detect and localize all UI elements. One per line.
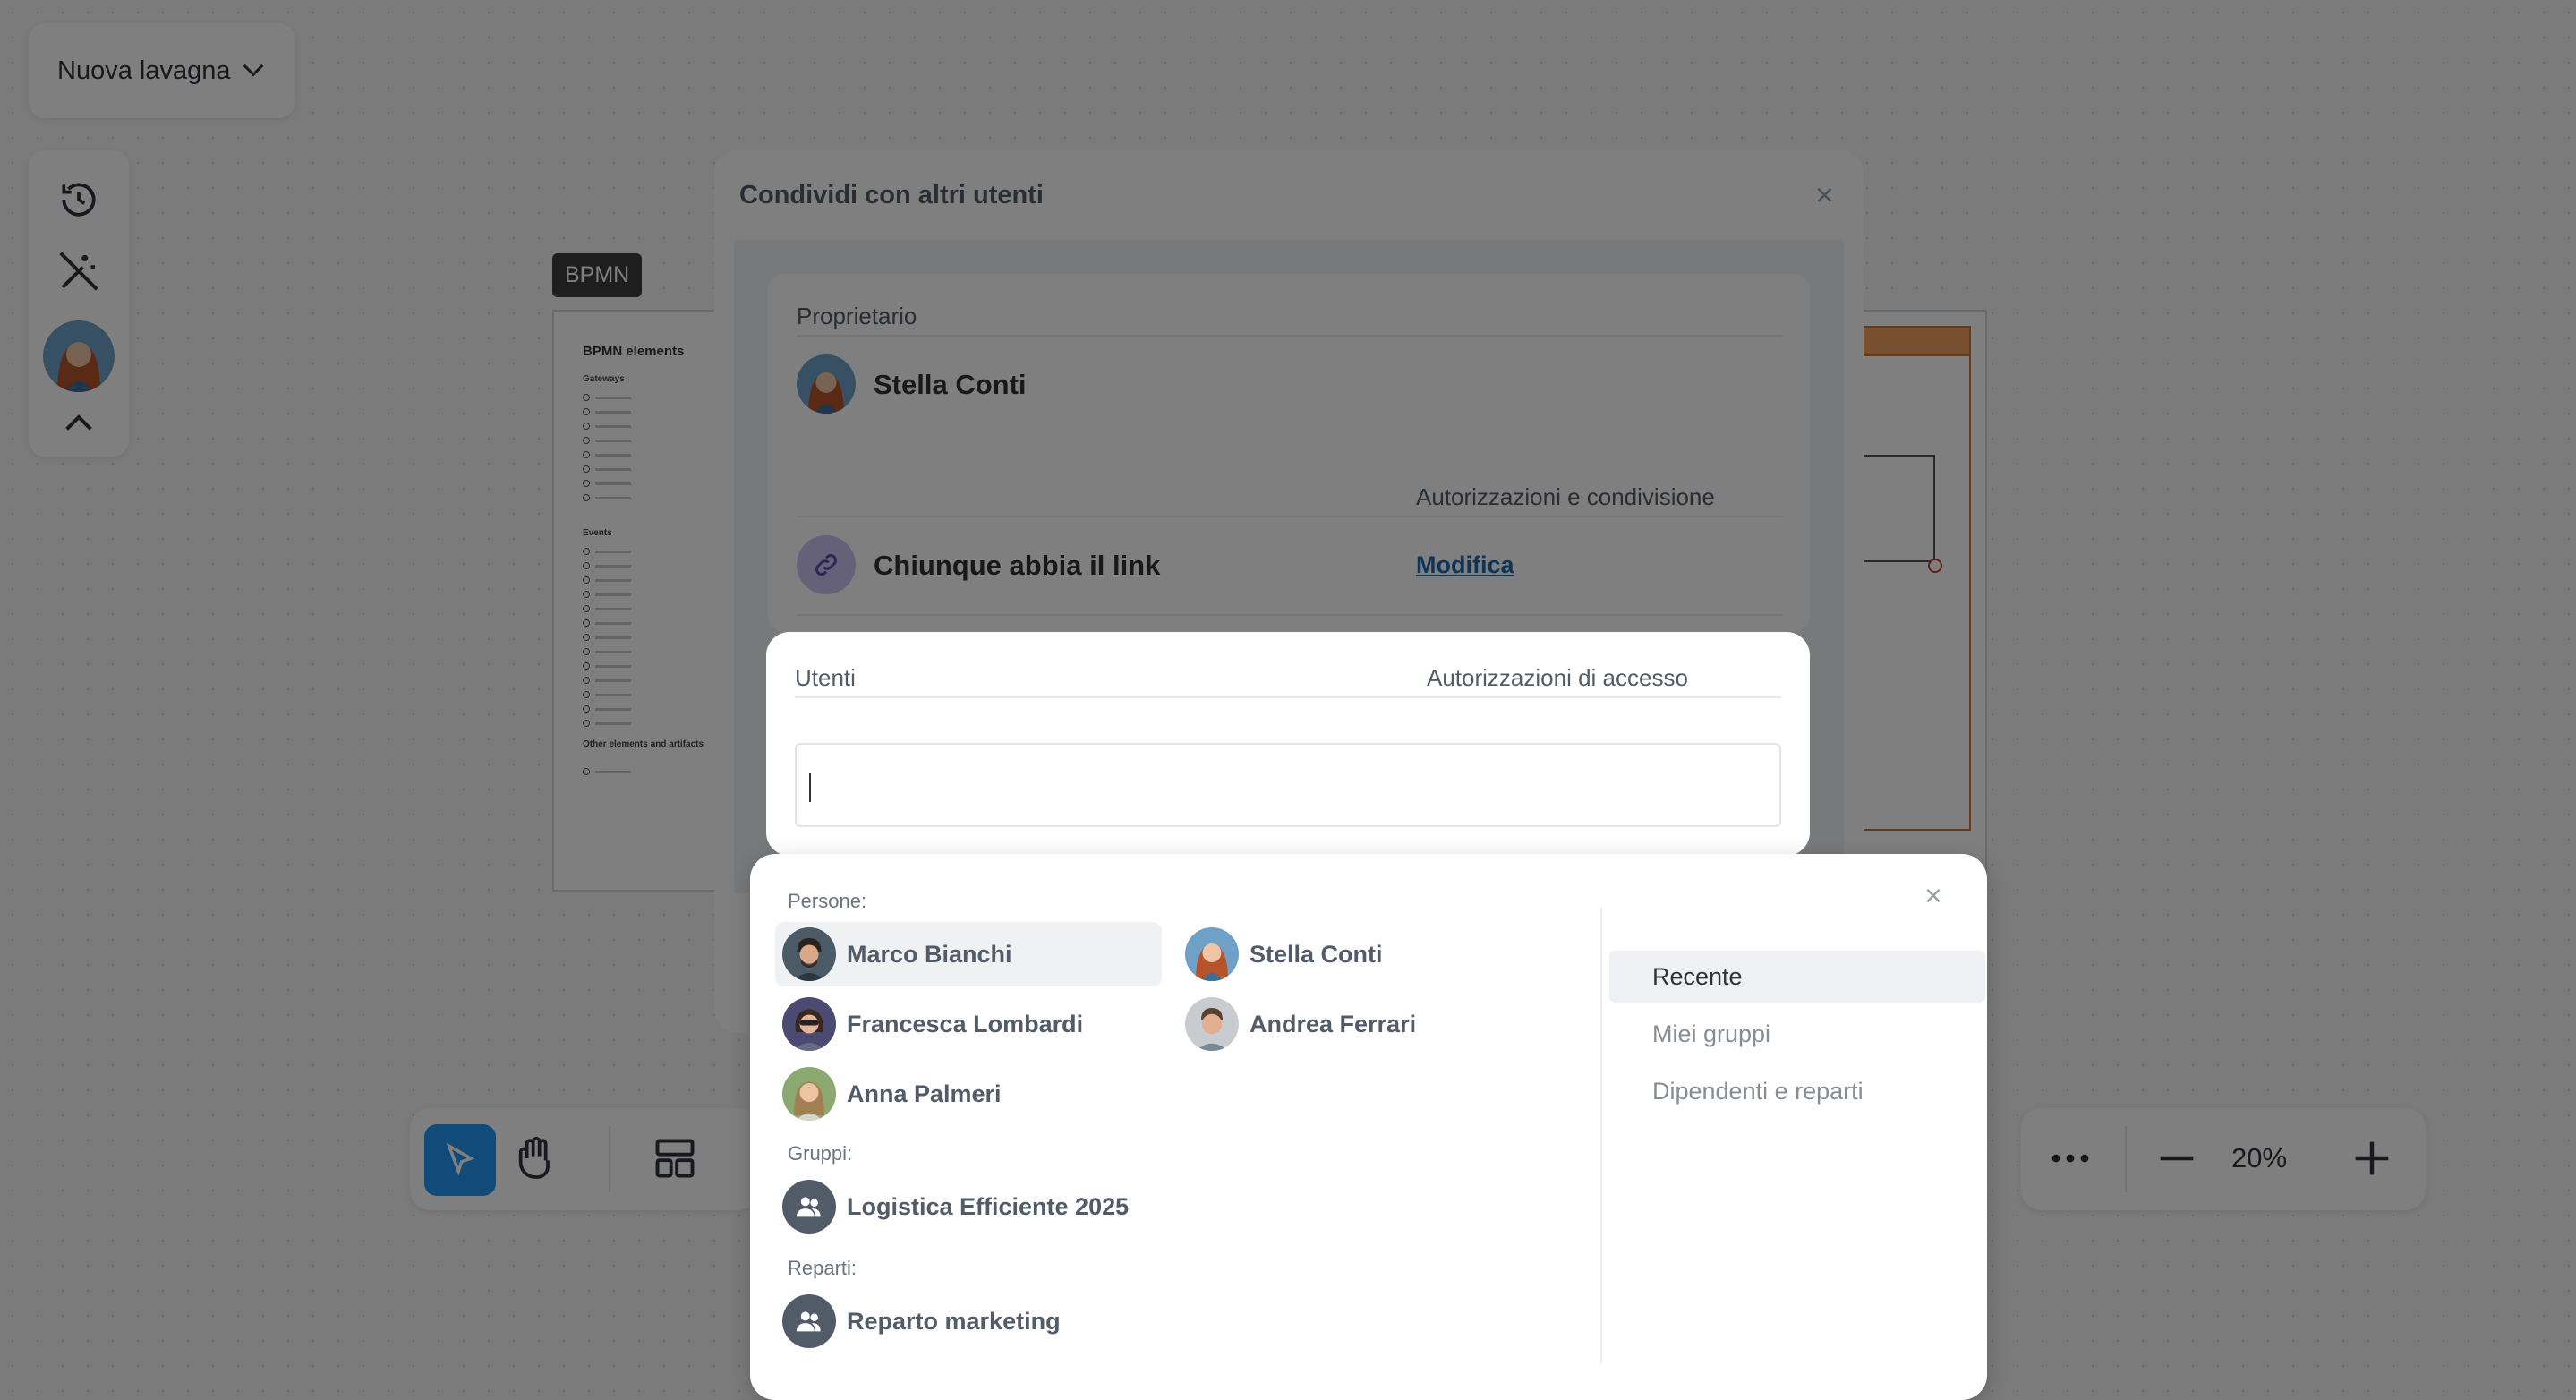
department-icon	[782, 1294, 836, 1348]
person-avatar	[782, 1067, 836, 1121]
users-label: Utenti	[795, 664, 856, 691]
people-label: Persone:	[788, 890, 867, 912]
groups-label: Gruppi:	[788, 1142, 853, 1165]
tab-employees-departments[interactable]: Dipendenti e reparti	[1609, 1065, 1985, 1117]
user-search-input[interactable]	[795, 743, 1781, 827]
person-avatar	[1185, 997, 1239, 1051]
access-permissions-label: Autorizzazioni di accesso	[1427, 664, 1688, 691]
tab-recent[interactable]: Recente	[1609, 951, 1985, 1003]
departments-label: Reparti:	[788, 1257, 857, 1279]
divider	[795, 696, 1781, 698]
department-name: Reparto marketing	[847, 1307, 1061, 1335]
person-avatar	[782, 997, 836, 1051]
close-popup-button[interactable]: ×	[1924, 881, 1942, 911]
person-name: Andrea Ferrari	[1250, 1010, 1417, 1037]
tab-my-groups[interactable]: Miei gruppi	[1609, 1008, 1985, 1060]
person-name: Anna Palmeri	[847, 1080, 1002, 1107]
person-item[interactable]: Marco Bianchi	[775, 922, 1162, 986]
users-section: Utenti Autorizzazioni di accesso	[766, 632, 1810, 856]
popup-divider	[1600, 908, 1602, 1364]
person-item[interactable]: Anna Palmeri	[775, 1062, 1162, 1126]
person-item[interactable]: Andrea Ferrari	[1178, 992, 1565, 1056]
person-item[interactable]: Francesca Lombardi	[775, 992, 1162, 1056]
group-name: Logistica Efficiente 2025	[847, 1192, 1130, 1220]
person-avatar	[782, 927, 836, 981]
text-caret	[809, 773, 811, 802]
person-avatar	[1185, 927, 1239, 981]
person-name: Marco Bianchi	[847, 940, 1012, 968]
user-selector-popup: × Persone: Marco Bianchi Stella Conti Fr…	[750, 854, 1987, 1400]
group-item[interactable]: Logistica Efficiente 2025	[775, 1174, 1241, 1239]
person-name: Francesca Lombardi	[847, 1010, 1084, 1037]
person-name: Stella Conti	[1250, 940, 1383, 968]
department-item[interactable]: Reparto marketing	[775, 1289, 1241, 1353]
group-icon	[782, 1180, 836, 1234]
person-item[interactable]: Stella Conti	[1178, 922, 1565, 986]
close-icon: ×	[1924, 879, 1942, 913]
